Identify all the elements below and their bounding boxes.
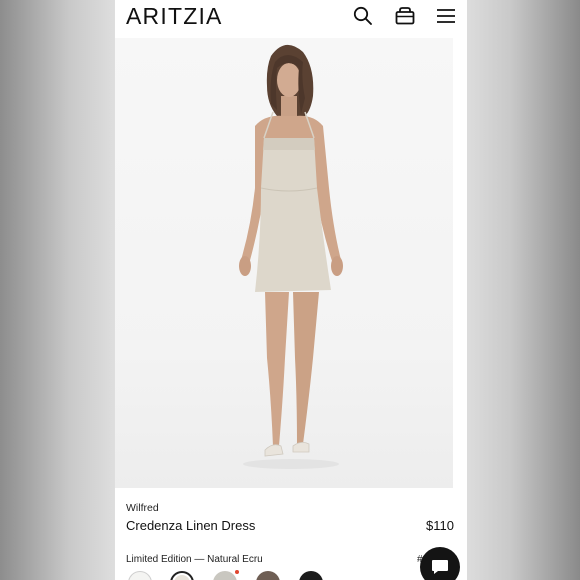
product-image[interactable] (115, 38, 453, 488)
aritzia-logo[interactable]: ARITZIA (126, 3, 223, 30)
color-label: Limited Edition — Natural Ecru (126, 554, 263, 565)
product-name: Credenza Linen Dress (126, 518, 256, 533)
product-price: $110 (426, 518, 454, 533)
new-color-indicator (235, 570, 239, 574)
color-swatch-natural-ecru[interactable] (170, 571, 194, 580)
color-swatch-grey[interactable] (213, 571, 237, 580)
shopping-bag-icon[interactable] (394, 5, 416, 27)
color-swatch-black[interactable] (299, 571, 323, 580)
chat-bubble-icon (432, 560, 448, 574)
chat-button[interactable] (420, 547, 460, 580)
top-navigation-bar: ARITZIA (115, 0, 467, 36)
product-brand[interactable]: Wilfred (126, 502, 159, 514)
product-page: ARITZIA Wilfred Credenza Linen Dress $11… (115, 0, 467, 580)
search-icon[interactable] (352, 5, 374, 27)
color-swatch-brown[interactable] (256, 571, 280, 580)
color-swatch-white[interactable] (128, 571, 152, 580)
hamburger-menu-icon[interactable] (435, 5, 457, 27)
